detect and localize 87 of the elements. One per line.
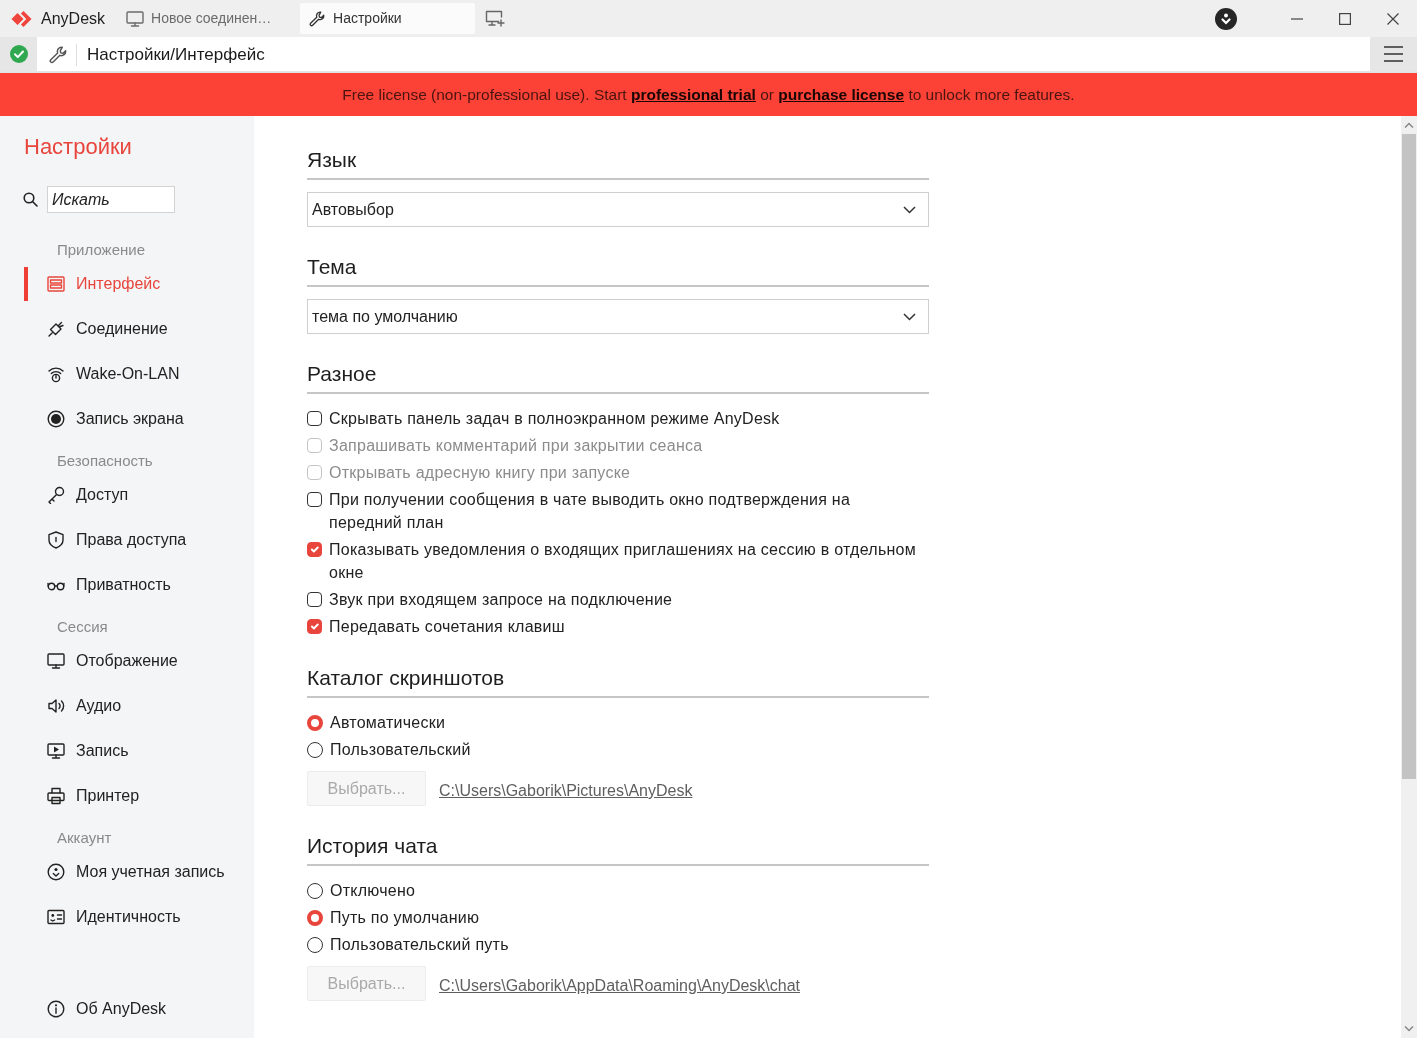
check-circle-icon	[9, 45, 28, 63]
checkbox[interactable]	[307, 411, 322, 426]
checkbox[interactable]	[307, 619, 322, 634]
tab[interactable]: Настройки	[300, 3, 476, 34]
radio-label: Отключено	[330, 881, 416, 901]
group-label: Аккаунт	[57, 828, 113, 848]
info-icon	[47, 1000, 65, 1018]
sidebar-item[interactable]: Аудио	[24, 689, 244, 723]
radio-label: Путь по умолчанию	[330, 908, 480, 928]
scrollbar[interactable]	[1401, 116, 1417, 1038]
scrollbar-thumb[interactable]	[1402, 134, 1416, 779]
radio-button[interactable]	[307, 714, 323, 731]
key-icon	[47, 486, 65, 504]
close-icon[interactable]	[1387, 12, 1399, 25]
printer-icon	[47, 787, 65, 805]
sidebar-title: Настройки	[24, 133, 133, 161]
monitor-icon	[47, 652, 65, 670]
radio-button[interactable]	[307, 936, 323, 953]
checkbox[interactable]	[307, 592, 322, 607]
account-icon	[47, 863, 65, 881]
checkbox[interactable]	[307, 492, 322, 507]
address-path: Настройки/Интерфейс	[87, 44, 265, 66]
wifi-power-icon	[47, 365, 65, 383]
checkbox-label: При получении сообщения в чате выводить окно подтверждения на передний план	[329, 490, 852, 533]
checkbox-label: Показывать уведомления о входящих приглашениях на сессию в отдельном окне	[329, 540, 917, 583]
monitor-plus-icon[interactable]	[485, 10, 507, 27]
app-name: AnyDesk	[41, 8, 106, 29]
search-field[interactable]: Искать	[47, 186, 175, 213]
sidebar-item[interactable]: Отображение	[24, 644, 244, 678]
radio-button[interactable]	[307, 741, 323, 758]
section-heading: История чата	[307, 833, 439, 859]
tab[interactable]: Новое соединен…	[118, 3, 294, 34]
sidebar-item[interactable]: Соединение	[24, 312, 244, 346]
sidebar-item[interactable]: Интерфейс	[24, 267, 244, 301]
screen-play-icon	[47, 742, 65, 760]
radio-label: Автоматически	[330, 713, 446, 733]
sidebar-item[interactable]: Wake-On-LAN	[24, 357, 244, 391]
sidebar-item[interactable]: Принтер	[24, 779, 244, 813]
chevron-down-icon	[903, 312, 916, 321]
checkbox-label: Запрашивать комментарий при закрытии сеанса	[329, 436, 703, 456]
banner-link[interactable]: purchase license	[778, 85, 905, 103]
id-card-icon	[47, 908, 65, 926]
radio-label: Пользовательский путь	[330, 935, 509, 955]
checkbox[interactable]	[307, 542, 322, 557]
folder-path-link[interactable]: C:\Users\Gaborik\AppData\Roaming\AnyDesk\chat	[439, 974, 801, 998]
radio-button[interactable]	[307, 882, 323, 899]
checkbox-label: Передавать сочетания клавиш	[329, 617, 565, 637]
chevron-down-icon[interactable]	[1404, 1026, 1414, 1032]
dropdown[interactable]: Автовыбор	[307, 192, 929, 227]
radio-button[interactable]	[307, 909, 323, 926]
group-label: Безопасность	[57, 451, 154, 471]
record-icon	[47, 410, 65, 428]
maximize-icon[interactable]	[1339, 12, 1351, 25]
group-label: Сессия	[57, 617, 109, 637]
dropdown[interactable]: тема по умолчанию	[307, 299, 929, 334]
download-icon[interactable]	[1215, 7, 1237, 30]
group-label: Приложение	[57, 240, 146, 260]
radio-label: Пользовательский	[330, 740, 471, 760]
section-heading: Язык	[307, 147, 358, 173]
sidebar-item[interactable]: Моя учетная запись	[24, 855, 244, 889]
section-heading: Каталог скриншотов	[307, 665, 506, 691]
sidebar-item[interactable]: Приватность	[24, 568, 244, 602]
section-heading: Разное	[307, 361, 378, 387]
menu-icon[interactable]	[1384, 46, 1403, 62]
plug-icon	[47, 320, 65, 338]
wrench-icon	[49, 46, 67, 64]
banner-text: Free license (non-professional use). Start professional trial or purchase license to unlock more features.	[342, 84, 1075, 105]
speaker-icon	[47, 697, 65, 715]
folder-path-link[interactable]: C:\Users\Gaborik\Pictures\AnyDesk	[439, 779, 693, 803]
sidebar-item[interactable]: Об AnyDesk	[24, 992, 244, 1026]
banner-link[interactable]: professional trial	[630, 85, 756, 103]
shield-icon	[47, 531, 65, 549]
checkbox-label: Звук при входящем запросе на подключение	[329, 590, 673, 610]
wrench-icon	[308, 10, 327, 27]
search-icon	[23, 192, 38, 207]
sidebar-item[interactable]: Права доступа	[24, 523, 244, 557]
chevron-down-icon	[903, 205, 916, 214]
monitor-icon	[126, 10, 145, 27]
chevron-up-icon[interactable]	[1404, 122, 1414, 128]
checkbox-label: Скрывать панель задач в полноэкранном режиме AnyDesk	[329, 409, 780, 429]
section-heading: Тема	[307, 254, 358, 280]
sidebar-item[interactable]: Доступ	[24, 478, 244, 512]
sidebar-item[interactable]: Запись экрана	[24, 402, 244, 436]
checkbox-label: Открывать адресную книгу при запуске	[329, 463, 631, 483]
sidebar-item[interactable]: Запись	[24, 734, 244, 768]
window-icon	[47, 275, 65, 293]
sidebar-item[interactable]: Идентичность	[24, 900, 244, 934]
